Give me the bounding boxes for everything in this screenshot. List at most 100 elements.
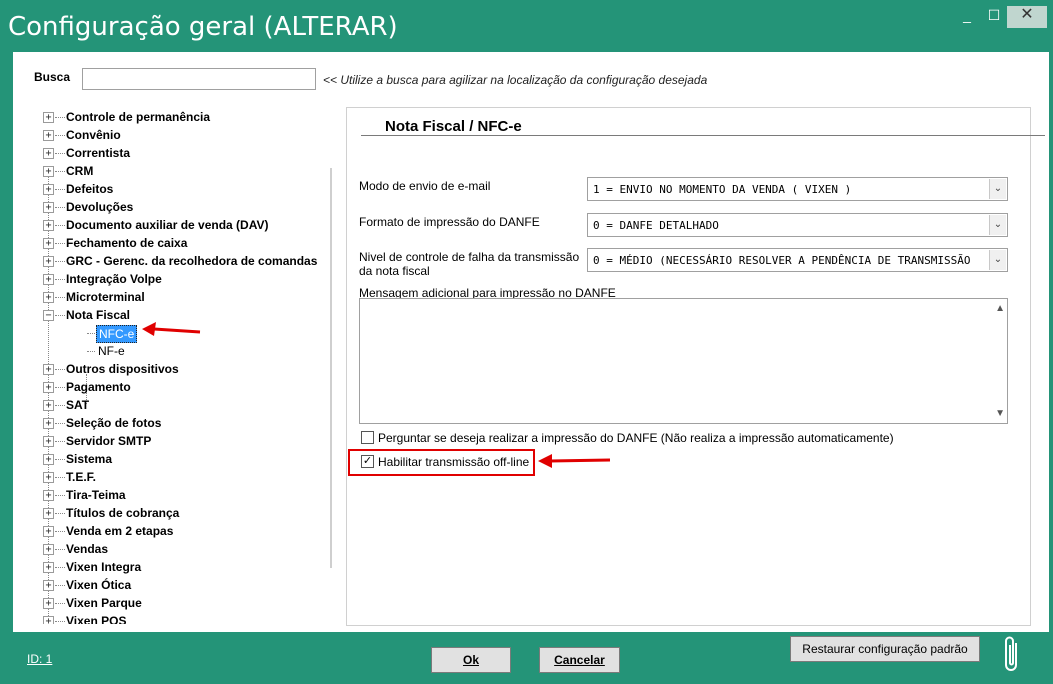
expand-icon[interactable]: +: [43, 382, 54, 393]
tree-item-label: Fechamento de caixa: [66, 236, 188, 250]
tree-connector: [55, 459, 65, 460]
search-label: Busca: [34, 70, 71, 84]
tree-item-label: Outros dispositivos: [66, 362, 179, 376]
expand-icon[interactable]: +: [43, 508, 54, 519]
tree-item-label: Vendas: [66, 542, 109, 556]
expand-icon[interactable]: +: [43, 202, 54, 213]
tree-item-label: Controle de permanência: [66, 110, 211, 124]
tree-item-label: Integração Volpe: [66, 272, 162, 286]
tree-subitem-label: NFC-e: [96, 325, 138, 343]
tree-connector: [55, 441, 65, 442]
expand-icon[interactable]: +: [43, 238, 54, 249]
failure-control-value: 0 = MÉDIO (NECESSÁRIO RESOLVER A PENDÊNC…: [593, 254, 971, 267]
window-title: Configuração geral (ALTERAR): [8, 12, 398, 42]
expand-icon[interactable]: +: [43, 598, 54, 609]
tree-connector: [55, 567, 65, 568]
expand-icon[interactable]: +: [43, 580, 54, 591]
expand-icon[interactable]: +: [43, 544, 54, 555]
close-button[interactable]: ✕: [1007, 6, 1047, 28]
expand-icon[interactable]: +: [43, 256, 54, 267]
collapse-icon[interactable]: −: [43, 310, 54, 321]
expand-icon[interactable]: +: [43, 526, 54, 537]
scroll-up-icon[interactable]: ▲: [995, 303, 1005, 314]
extra-message-textarea[interactable]: ▲ ▼: [359, 298, 1008, 424]
config-tree: + Controle de permanência + Convênio + Corren…: [13, 104, 331, 624]
email-mode-select[interactable]: 1 = ENVIO NO MOMENTO DA VENDA ( VIXEN ) …: [587, 177, 1008, 201]
email-mode-value: 1 = ENVIO NO MOMENTO DA VENDA ( VIXEN ): [593, 183, 852, 196]
record-id-link[interactable]: ID: 1: [27, 652, 52, 666]
tree-connector: [55, 603, 65, 604]
failure-control-label: Nivel de controle de falha da transmissã…: [359, 250, 580, 278]
expand-icon[interactable]: +: [43, 454, 54, 465]
annotation-highlight-box: [348, 449, 535, 476]
tree-connector: [55, 369, 65, 370]
tree-item-label: CRM: [66, 164, 94, 178]
expand-icon[interactable]: +: [43, 490, 54, 501]
tree-connector: [55, 549, 65, 550]
expand-icon[interactable]: +: [43, 112, 54, 123]
tree-connector: [55, 261, 65, 262]
chevron-down-icon[interactable]: ⌄: [989, 215, 1006, 235]
expand-icon[interactable]: +: [43, 472, 54, 483]
tree-connector: [55, 207, 65, 208]
tree-item-label: Seleção de fotos: [66, 416, 162, 430]
tree-connector: [55, 405, 65, 406]
tree-connector: [55, 117, 65, 118]
expand-icon[interactable]: +: [43, 148, 54, 159]
paperclip-icon[interactable]: [1001, 635, 1023, 673]
annotation-arrow-icon: [538, 454, 611, 468]
expand-icon[interactable]: +: [43, 436, 54, 447]
tree-connector: [55, 621, 65, 622]
tree-item-label: Defeitos: [66, 182, 114, 196]
chevron-down-icon[interactable]: ⌄: [989, 179, 1006, 199]
chevron-down-icon[interactable]: ⌄: [989, 250, 1006, 270]
tree-item-label: Microterminal: [66, 290, 145, 304]
search-input[interactable]: [82, 68, 316, 90]
minimize-button[interactable]: _: [955, 6, 979, 28]
cancel-button[interactable]: Cancelar: [539, 647, 620, 673]
scroll-down-icon[interactable]: ▼: [995, 408, 1005, 419]
tree-connector: [87, 351, 95, 352]
expand-icon[interactable]: +: [43, 616, 54, 624]
tree-item-label: SAT: [66, 398, 90, 412]
tree-item-label: Vixen POS: [66, 614, 127, 624]
tree-connector: [55, 153, 65, 154]
expand-icon[interactable]: +: [43, 292, 54, 303]
expand-icon[interactable]: +: [43, 274, 54, 285]
tree-guide-line: [48, 166, 49, 624]
tree-scrollbar[interactable]: [330, 168, 332, 568]
tree-connector: [55, 225, 65, 226]
tree-item-label: Correntista: [66, 146, 131, 160]
expand-icon[interactable]: +: [43, 166, 54, 177]
search-hint: << Utilize a busca para agilizar na loca…: [323, 73, 708, 87]
expand-icon[interactable]: +: [43, 562, 54, 573]
tree-connector: [55, 189, 65, 190]
tree-connector: [55, 531, 65, 532]
expand-icon[interactable]: +: [43, 364, 54, 375]
tree-connector: [55, 495, 65, 496]
tree-item-label: Títulos de cobrança: [66, 506, 180, 520]
restore-defaults-button[interactable]: Restaurar configuração padrão: [790, 636, 980, 662]
tree-item-label: Servidor SMTP: [66, 434, 152, 448]
maximize-button[interactable]: ☐: [982, 6, 1006, 28]
expand-icon[interactable]: +: [43, 184, 54, 195]
ask-print-checkbox[interactable]: [361, 431, 374, 444]
failure-control-select[interactable]: 0 = MÉDIO (NECESSÁRIO RESOLVER A PENDÊNC…: [587, 248, 1008, 272]
tree-connector: [87, 333, 95, 334]
annotation-arrow-icon: [142, 322, 201, 336]
danfe-format-select[interactable]: 0 = DANFE DETALHADO ⌄: [587, 213, 1008, 237]
tree-item-label: Venda em 2 etapas: [66, 524, 174, 538]
tree-connector: [55, 297, 65, 298]
tree-item-label: Vixen Integra: [66, 560, 142, 574]
expand-icon[interactable]: +: [43, 220, 54, 231]
tree-connector: [55, 387, 65, 388]
title-bar: Configuração geral (ALTERAR) _ ☐ ✕: [0, 0, 1053, 52]
expand-icon[interactable]: +: [43, 130, 54, 141]
expand-icon[interactable]: +: [43, 400, 54, 411]
ok-button[interactable]: Ok: [431, 647, 511, 673]
expand-icon[interactable]: +: [43, 418, 54, 429]
email-mode-label: Modo de envio de e-mail: [359, 179, 491, 193]
danfe-format-label: Formato de impressão do DANFE: [359, 215, 540, 229]
tree-connector: [55, 423, 65, 424]
tree-item-label: Tira-Teima: [66, 488, 126, 502]
